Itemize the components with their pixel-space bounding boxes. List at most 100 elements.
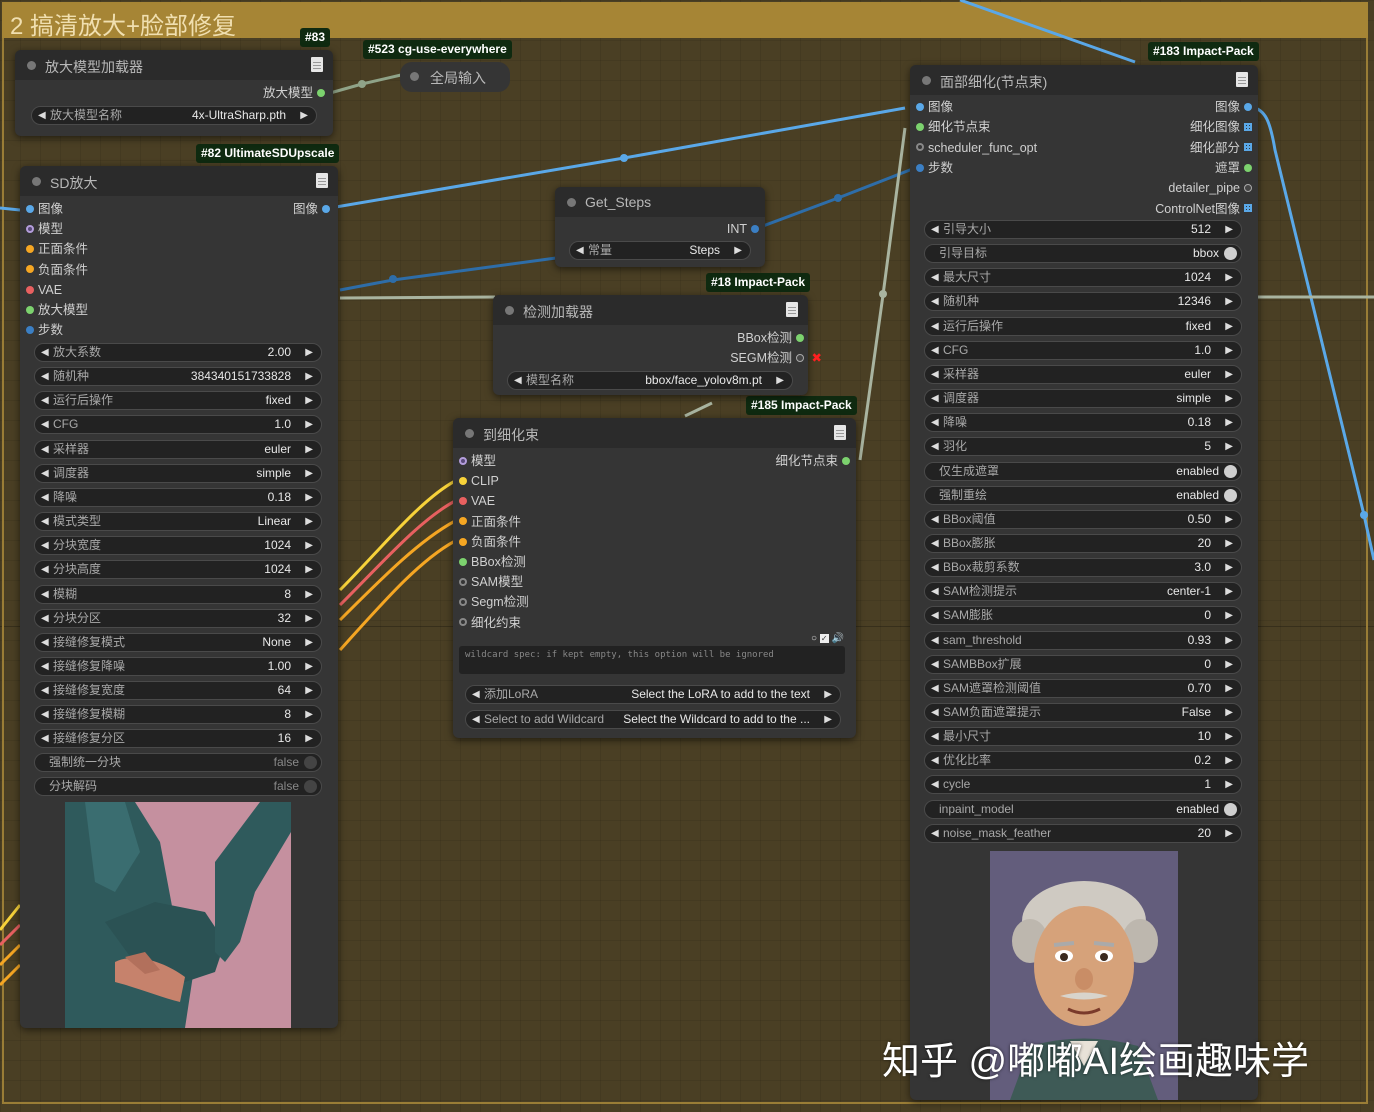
widget-8[interactable]: ◀ 分块宽度 1024 ▶: [34, 536, 322, 556]
widget-add-wildcard[interactable]: ◀ Select to add Wildcard Select the Wild…: [465, 710, 841, 729]
node-header[interactable]: SD放大: [20, 166, 338, 196]
widget-15[interactable]: ◀ 接缝修复模糊 8 ▶: [34, 705, 322, 725]
arrow-right-icon[interactable]: ▶: [776, 372, 784, 389]
slot-dot-icon[interactable]: [916, 143, 924, 152]
slot-dot-icon[interactable]: [1244, 163, 1252, 172]
arrow-left-icon[interactable]: ◀: [41, 634, 49, 651]
collapse-dot[interactable]: [505, 306, 514, 315]
arrow-right-icon[interactable]: ▶: [305, 610, 313, 627]
arrow-right-icon[interactable]: ▶: [305, 730, 313, 747]
arrow-right-icon[interactable]: ▶: [1225, 318, 1233, 335]
arrow-right-icon[interactable]: ▶: [1225, 438, 1233, 455]
arrow-right-icon[interactable]: ▶: [305, 344, 313, 361]
arrow-right-icon[interactable]: ▶: [1225, 704, 1233, 721]
arrow-right-icon[interactable]: ▶: [305, 706, 313, 723]
arrow-right-icon[interactable]: ▶: [1225, 776, 1233, 793]
widget-3[interactable]: ◀ 随机种 12346 ▶: [924, 292, 1242, 312]
arrow-left-icon[interactable]: ◀: [41, 513, 49, 530]
collapse-dot[interactable]: [465, 429, 474, 438]
output-slot-1[interactable]: 细化图像: [1190, 118, 1256, 136]
slot-dot-icon[interactable]: [1244, 102, 1252, 111]
widget-9[interactable]: ◀ 羽化 5 ▶: [924, 437, 1242, 457]
arrow-right-icon[interactable]: ▶: [1225, 221, 1233, 238]
widget-6[interactable]: ◀ 采样器 euler ▶: [924, 364, 1242, 384]
widget-1[interactable]: 引导目标 bbox: [924, 244, 1242, 264]
arrow-right-icon[interactable]: ▶: [1225, 559, 1233, 576]
widget-11[interactable]: 强制重绘 enabled: [924, 485, 1242, 505]
input-slot-2[interactable]: 正面条件: [22, 240, 88, 258]
slot-dot-icon[interactable]: [459, 476, 467, 485]
slot-dot-icon[interactable]: [459, 456, 467, 465]
slot-dot-icon[interactable]: [26, 325, 34, 334]
checkbox-icon[interactable]: ✓: [819, 634, 829, 643]
arrow-left-icon[interactable]: ◀: [41, 730, 49, 747]
widget-13[interactable]: ◀ 接缝修复降噪 1.00 ▶: [34, 656, 322, 676]
arrow-left-icon[interactable]: ◀: [931, 438, 939, 455]
widget-0[interactable]: 强制统一分块 false: [34, 753, 322, 772]
toggle-knob-icon[interactable]: [1224, 464, 1237, 478]
toggle-knob-icon[interactable]: [304, 756, 317, 769]
widget-17[interactable]: ◀ sam_threshold 0.93 ▶: [924, 630, 1242, 650]
output-slot-4[interactable]: detailer_pipe: [1168, 179, 1256, 197]
widget-16[interactable]: ◀ 接缝修复分区 16 ▶: [34, 729, 322, 749]
widget-4[interactable]: ◀ 运行后操作 fixed ▶: [924, 316, 1242, 336]
widget-21[interactable]: ◀ 最小尺寸 10 ▶: [924, 727, 1242, 747]
widget-25[interactable]: ◀ noise_mask_feather 20 ▶: [924, 823, 1242, 843]
arrow-right-icon[interactable]: ▶: [1225, 342, 1233, 359]
input-slot-0[interactable]: 图像: [22, 200, 63, 218]
arrow-right-icon[interactable]: ▶: [1225, 632, 1233, 649]
graph-canvas[interactable]: 2 搞清放大+脸部修复 #83 #523 cg-use-everywhere #…: [0, 0, 1374, 1112]
arrow-left-icon[interactable]: ◀: [931, 607, 939, 624]
slot-dot-icon[interactable]: [796, 333, 804, 342]
node-sd-upscale[interactable]: SD放大 图像 模型 正面条件 负面条件 VAE 放大模型 步数 图像 ◀ 放大系数 2.00 ▶…: [20, 166, 338, 1028]
arrow-left-icon[interactable]: ◀: [931, 511, 939, 528]
arrow-left-icon[interactable]: ◀: [38, 107, 46, 124]
widget-20[interactable]: ◀ SAM负面遮罩提示 False ▶: [924, 703, 1242, 722]
arrow-right-icon[interactable]: ▶: [305, 537, 313, 554]
toggle-knob-icon[interactable]: [1224, 488, 1237, 502]
arrow-right-icon[interactable]: ▶: [1225, 656, 1233, 673]
widget-12[interactable]: ◀ 接缝修复模式 None ▶: [34, 632, 322, 652]
slot-dot-icon[interactable]: [751, 224, 759, 233]
widget-14[interactable]: ◀ 接缝修复宽度 64 ▶: [34, 681, 322, 701]
node-to-detailer-pipe[interactable]: 到细化束 模型 CLIP VAE 正面条件 负面条件 BBox检测 SAM模型 Segm检测细…: [453, 418, 856, 738]
arrow-left-icon[interactable]: ◀: [931, 656, 939, 673]
slot-dot-icon[interactable]: [459, 577, 467, 586]
document-icon[interactable]: [1236, 72, 1248, 87]
arrow-left-icon[interactable]: ◀: [472, 711, 480, 728]
arrow-left-icon[interactable]: ◀: [41, 344, 49, 361]
input-slot-0[interactable]: 图像: [912, 98, 953, 116]
widget-0[interactable]: ◀ 引导大小 512 ▶: [924, 220, 1242, 239]
widget-14[interactable]: ◀ BBox裁剪系数 3.0 ▶: [924, 558, 1242, 578]
widget-8[interactable]: ◀ 降噪 0.18 ▶: [924, 413, 1242, 433]
toggle-knob-icon[interactable]: [304, 780, 317, 794]
output-slot-3[interactable]: 遮罩: [1215, 159, 1256, 177]
document-icon[interactable]: [311, 57, 323, 72]
widget-2[interactable]: ◀ 最大尺寸 1024 ▶: [924, 268, 1242, 288]
node-face-detailer[interactable]: 面部细化(节点束) 图像 细化节点束 scheduler_func_opt 步数 图像…: [910, 65, 1258, 1100]
output-slot-segm[interactable]: SEGM检测 ✖: [730, 349, 822, 367]
arrow-left-icon[interactable]: ◀: [931, 704, 939, 721]
arrow-right-icon[interactable]: ▶: [305, 392, 313, 409]
node-detector-loader[interactable]: 检测加载器 BBox检测 SEGM检测 ✖ ◀ 模型名称 bbox/face_yo…: [493, 295, 822, 395]
toggle-knob-icon[interactable]: [1224, 247, 1237, 261]
widget-3[interactable]: ◀ CFG 1.0 ▶: [34, 415, 322, 435]
widget-19[interactable]: ◀ SAM遮罩检测阈值 0.70 ▶: [924, 678, 1242, 698]
arrow-left-icon[interactable]: ◀: [41, 441, 49, 458]
textarea-toolbar[interactable]: ○ ✓ 🔊: [811, 633, 844, 644]
widget-16[interactable]: ◀ SAM膨胀 0 ▶: [924, 606, 1242, 626]
widget-1[interactable]: ◀ 随机种 384340151733828 ▶: [34, 367, 322, 387]
arrow-left-icon[interactable]: ◀: [41, 586, 49, 603]
arrow-right-icon[interactable]: ▶: [1225, 293, 1233, 310]
arrow-right-icon[interactable]: ▶: [1225, 366, 1233, 383]
widget-10[interactable]: ◀ 模糊 8 ▶: [34, 584, 322, 604]
arrow-left-icon[interactable]: ◀: [931, 752, 939, 769]
arrow-left-icon[interactable]: ◀: [41, 537, 49, 554]
slot-dot-icon[interactable]: [459, 557, 467, 566]
slot-dot-icon[interactable]: [322, 204, 330, 213]
slot-dot-icon[interactable]: [26, 245, 34, 254]
input-slot-5[interactable]: 放大模型: [22, 301, 88, 319]
arrow-left-icon[interactable]: ◀: [41, 416, 49, 433]
widget-7[interactable]: ◀ 调度器 simple ▶: [924, 389, 1242, 409]
node-global-input[interactable]: 全局输入: [400, 62, 510, 92]
